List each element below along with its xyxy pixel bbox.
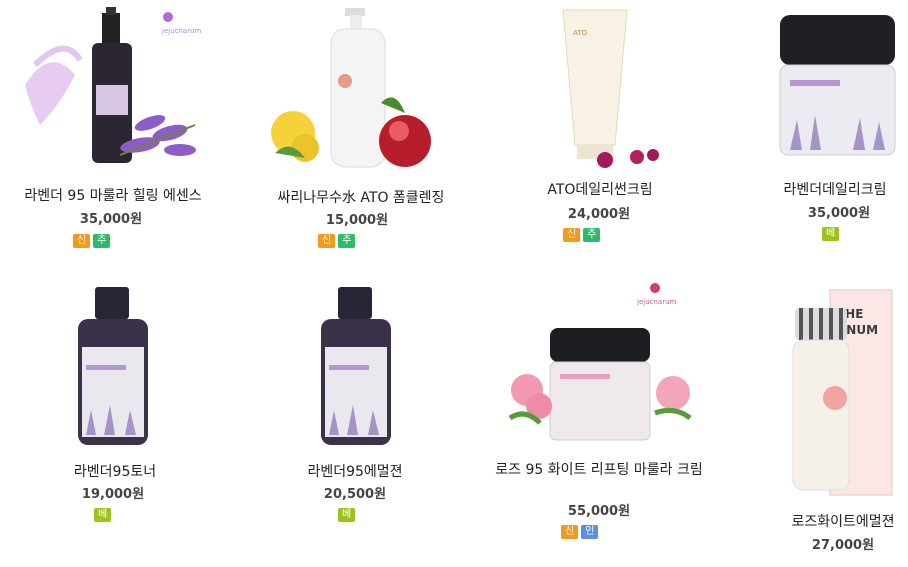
product-price: 55,000원 <box>567 504 631 519</box>
product-image-ato-foam-cleanser[interactable] <box>265 3 445 173</box>
product-badges: 신상품 추천 <box>563 228 601 268</box>
badge-recommend: 추천 <box>338 234 356 260</box>
badge-new: 신상품 <box>318 234 336 274</box>
badge-recommend: 추천 <box>583 228 601 254</box>
badge-new: 신상품 <box>563 228 581 268</box>
product-price: 15,000원 <box>325 213 389 228</box>
product-image-ato-sunscreen[interactable]: ATO <box>555 5 670 173</box>
product-image-rose-white-emulsion[interactable]: THE ANUM <box>785 288 897 503</box>
svg-text:jejucnarum: jejucnarum <box>636 298 677 306</box>
product-price: 27,000원 <box>811 538 875 553</box>
badge-best: 베스트 <box>338 508 356 548</box>
product-price: 24,000원 <box>567 207 631 222</box>
badge-new: 신상품 <box>73 234 91 274</box>
badge-recommend: 추천 <box>93 234 111 260</box>
product-name[interactable]: 라벤더95토너 <box>60 462 170 482</box>
product-name[interactable]: 로즈 95 화이트 리프팅 마룰라 크림 <box>485 461 713 480</box>
badge-popular: 인기 <box>581 525 599 551</box>
product-price: 19,000원 <box>81 487 145 502</box>
svg-text:ATO: ATO <box>573 29 588 37</box>
product-name[interactable]: 로즈화이트에멀젼 <box>778 512 908 532</box>
product-image-rose-lifting-cream[interactable]: jejucnarum <box>505 278 695 450</box>
product-image-lavender-emulsion[interactable] <box>313 285 403 450</box>
product-image-lavender-essence[interactable]: jejucnarum <box>20 5 205 175</box>
product-badges: 신상품 추천 <box>73 234 111 274</box>
badge-new: 신상품 <box>561 525 579 565</box>
product-price: 20,500원 <box>323 487 387 502</box>
product-name[interactable]: 라벤더데일리크림 <box>770 180 900 200</box>
product-image-lavender-daily-cream[interactable] <box>775 10 900 160</box>
product-badges: 베스트 <box>338 508 356 548</box>
product-badges: 신상품 추천 <box>318 234 356 274</box>
product-name[interactable]: ATO데일리썬크림 <box>530 180 670 200</box>
badge-best: 베스트 <box>94 508 112 548</box>
product-name[interactable]: 라벤더 95 마룰라 힐링 에센스 <box>8 186 218 206</box>
badge-best: 베스트 <box>822 227 840 267</box>
product-badges: 베스트 <box>94 508 112 548</box>
product-name[interactable]: 싸리나무수水 ATO 폼클렌징 <box>256 188 466 208</box>
product-price: 35,000원 <box>79 212 143 227</box>
product-price: 35,000원 <box>807 206 871 221</box>
product-badges: 베스트 <box>822 227 840 267</box>
svg-text:jejucnarum: jejucnarum <box>161 27 202 35</box>
product-image-lavender-toner[interactable] <box>70 285 160 450</box>
product-badges: 신상품 인기 <box>561 525 599 565</box>
product-name[interactable]: 라벤더95에멀젼 <box>295 462 415 482</box>
